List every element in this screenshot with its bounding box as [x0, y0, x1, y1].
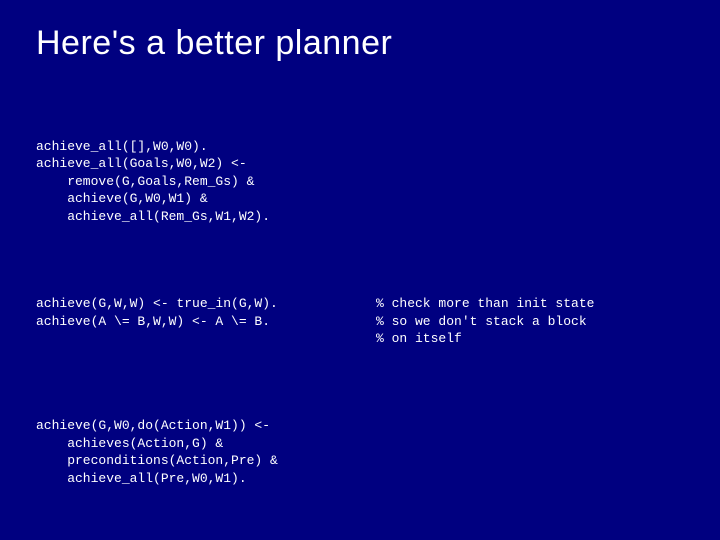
code-block-2-left: achieve(G,W,W) <- true_in(G,W). achieve(… — [36, 295, 376, 348]
slide: Here's a better planner achieve_all([],W… — [0, 0, 720, 540]
code-area: achieve_all([],W0,W0). achieve_all(Goals… — [36, 85, 684, 540]
code-block-3: achieve(G,W0,do(Action,W1)) <- achieves(… — [36, 417, 684, 487]
slide-title: Here's a better planner — [36, 24, 684, 63]
code-block-2: achieve(G,W,W) <- true_in(G,W). achieve(… — [36, 295, 684, 348]
code-block-1: achieve_all([],W0,W0). achieve_all(Goals… — [36, 138, 684, 226]
code-block-2-right: % check more than init state % so we don… — [376, 295, 684, 348]
